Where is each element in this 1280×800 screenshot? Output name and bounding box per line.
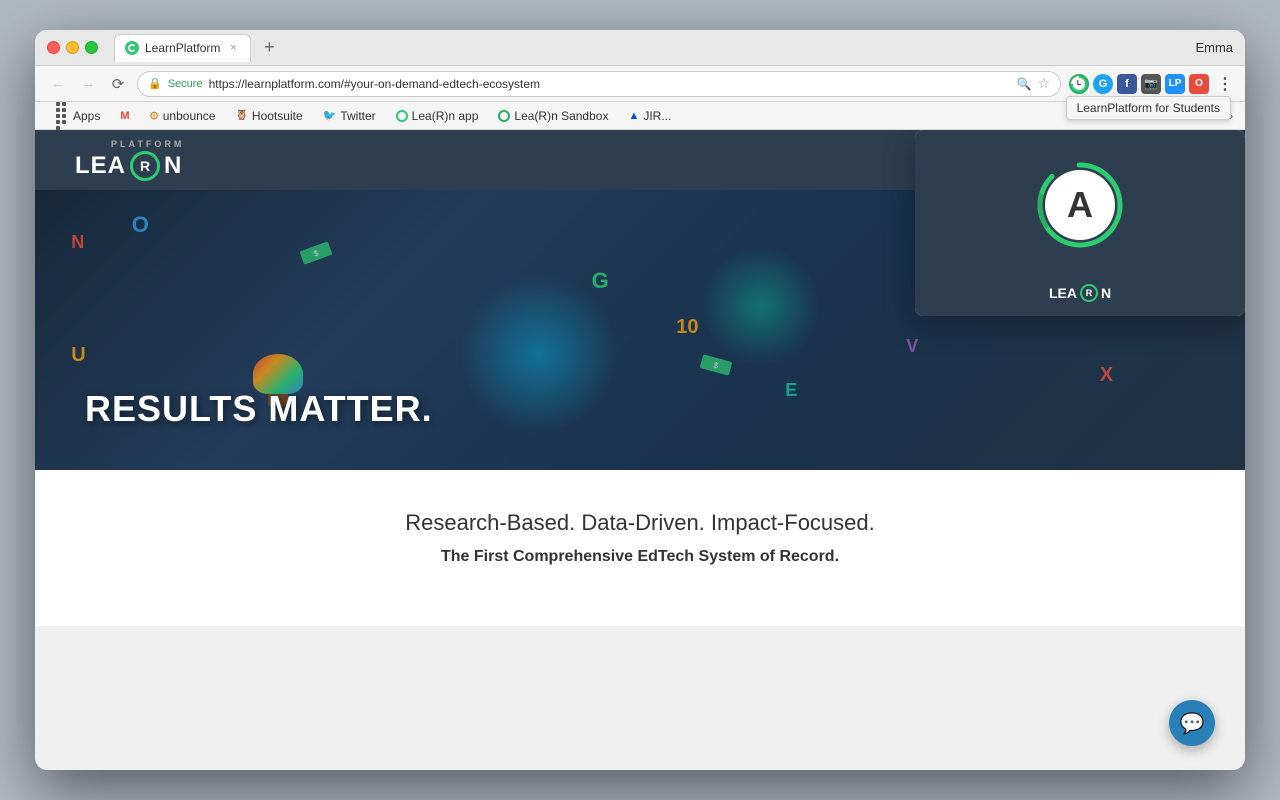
site-logo: PLATFORM LEA R N — [75, 139, 184, 181]
learn-app-label: Lea(R)n app — [412, 109, 479, 123]
chat-button[interactable]: 💬 — [1169, 700, 1215, 746]
tab-bar: LearnPlatform × + — [114, 34, 1187, 62]
unbounce-label: unbounce — [163, 109, 216, 123]
url-text: https://learnplatform.com/#your-on-deman… — [209, 77, 540, 91]
extension-popup: A LEA R N — [915, 130, 1245, 316]
jira-icon: ▲ — [628, 110, 639, 122]
twitter-icon: 🐦 — [323, 109, 337, 122]
popup-logo-n: N — [1101, 285, 1111, 301]
url-bar[interactable]: 🔒 Secure https://learnplatform.com/#your… — [137, 71, 1061, 97]
apps-icon — [55, 109, 69, 123]
hootsuite-label: Hootsuite — [252, 109, 303, 123]
content-subtitle: The First Comprehensive EdTech System of… — [55, 548, 1225, 566]
popup-header: A — [915, 130, 1245, 270]
secure-icon: 🔒 — [148, 77, 162, 90]
bookmark-twitter[interactable]: 🐦 Twitter — [315, 107, 384, 125]
extension-tooltip: LearnPlatform for Students — [1066, 96, 1231, 120]
refresh-button[interactable]: ⟳ — [107, 73, 129, 95]
popup-logo-lea: LEA — [1049, 285, 1077, 301]
ext-icon-blue[interactable]: LP — [1165, 74, 1185, 94]
ext-icon-learn[interactable]: L — [1069, 74, 1089, 94]
title-bar: LearnPlatform × + Emma — [35, 30, 1245, 66]
logo-r-circle: R — [130, 151, 160, 181]
tab-close-button[interactable]: × — [226, 41, 240, 55]
chat-icon: 💬 — [1180, 711, 1205, 736]
popup-logo: LEA R N — [1049, 284, 1111, 302]
back-button[interactable]: ← — [47, 73, 69, 95]
bookmarks-bar: Apps M ⊙ unbounce 🦉 Hootsuite 🐦 Twitter … — [35, 102, 1245, 130]
new-tab-button[interactable]: + — [255, 34, 283, 62]
bookmark-apps[interactable]: Apps — [47, 107, 108, 125]
logo-n-text: N — [164, 152, 181, 180]
secure-label: Secure — [168, 78, 203, 90]
tab-favicon — [125, 41, 139, 55]
page-content: PLATFORM LEA R N bout SIGN IN — [35, 130, 1245, 770]
minimize-button[interactable] — [66, 41, 79, 54]
active-tab[interactable]: LearnPlatform × — [114, 34, 251, 62]
bookmark-star-icon[interactable]: ☆ — [1037, 75, 1050, 92]
bookmark-gmail[interactable]: M — [112, 108, 137, 124]
content-section: Research-Based. Data-Driven. Impact-Focu… — [35, 470, 1245, 626]
more-button[interactable]: ⋮ — [1217, 74, 1233, 94]
ext-icon-camera[interactable]: 📷 — [1141, 74, 1161, 94]
bookmark-hootsuite[interactable]: 🦉 Hootsuite — [227, 107, 310, 125]
popup-footer: LEA R N — [915, 270, 1245, 316]
jira-label: JIR... — [643, 109, 671, 123]
gmail-icon: M — [120, 110, 129, 122]
popup-avatar: A — [1045, 170, 1115, 240]
popup-avatar-container: A — [1035, 160, 1125, 250]
user-name: Emma — [1195, 40, 1233, 55]
logo-platform-text: PLATFORM — [111, 139, 184, 149]
bookmark-learn-sandbox[interactable]: Lea(R)n Sandbox — [490, 107, 616, 125]
maximize-button[interactable] — [85, 41, 98, 54]
tooltip-text: LearnPlatform for Students — [1077, 101, 1220, 115]
bookmark-learn-app[interactable]: Lea(R)n app — [388, 107, 487, 125]
bookmark-unbounce[interactable]: ⊙ unbounce — [142, 107, 224, 125]
learn-sandbox-label: Lea(R)n Sandbox — [514, 109, 608, 123]
extension-icons: L G f 📷 LP O — [1069, 74, 1209, 94]
address-bar: ← → ⟳ 🔒 Secure https://learnplatform.com… — [35, 66, 1245, 102]
learn-sandbox-icon — [498, 110, 510, 122]
forward-button[interactable]: → — [77, 73, 99, 95]
logo-main: LEA R N — [75, 151, 181, 181]
tab-title: LearnPlatform — [145, 41, 220, 55]
twitter-label: Twitter — [340, 109, 375, 123]
bookmark-jira[interactable]: ▲ JIR... — [620, 107, 679, 125]
logo-lea-text: LEA — [75, 152, 126, 180]
apps-label: Apps — [73, 109, 100, 123]
content-tagline: Research-Based. Data-Driven. Impact-Focu… — [55, 510, 1225, 536]
ext-icon-red[interactable]: O — [1189, 74, 1209, 94]
learn-app-icon — [396, 110, 408, 122]
ext-icon-twitter[interactable]: G — [1093, 74, 1113, 94]
unbounce-icon: ⊙ — [150, 109, 159, 122]
hero-text: RESULTS MATTER. — [85, 388, 433, 430]
close-button[interactable] — [47, 41, 60, 54]
browser-window: LearnPlatform × + Emma ← → ⟳ 🔒 Secure ht… — [35, 30, 1245, 770]
search-icon: 🔍 — [1016, 77, 1031, 91]
ext-icon-2[interactable]: f — [1117, 74, 1137, 94]
hootsuite-icon: 🦉 — [235, 110, 247, 121]
traffic-lights — [47, 41, 98, 54]
popup-logo-r-circle: R — [1080, 284, 1098, 302]
